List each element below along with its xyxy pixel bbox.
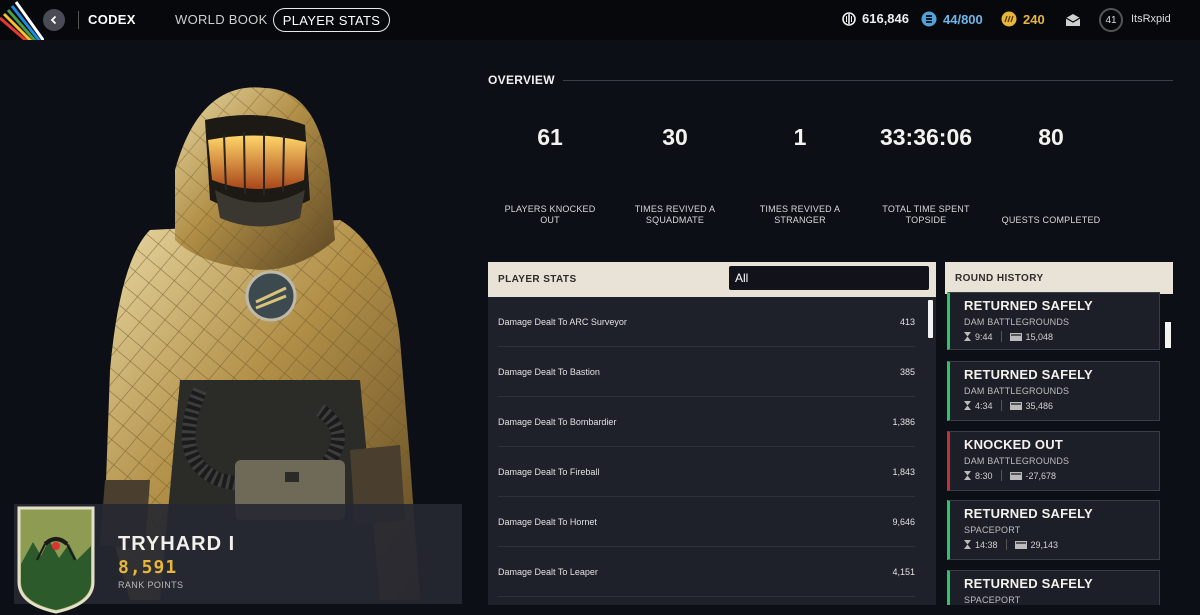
stat-name: Damage Dealt To ARC Surveyor — [498, 317, 627, 327]
round-loot-value: 15,048 — [1025, 331, 1054, 342]
rank-points-label: RANK POINTS — [118, 580, 184, 590]
stat-quests-completed: 80 — [991, 124, 1111, 151]
round-loot-value: -27,678 — [1025, 470, 1057, 481]
storage-value: 44/800 — [943, 11, 983, 27]
stat-label: TOTAL TIME SPENT TOPSIDE — [882, 204, 970, 225]
table-row: Damage Dealt To ARC Surveyor 413 — [488, 297, 915, 347]
coins-counter: 616,846 — [842, 11, 909, 26]
round-map: SPACEPORT — [964, 595, 1021, 605]
round-history-header: ROUND HISTORY — [945, 262, 1173, 294]
player-stats-panel: PLAYER STATS All Damage Dealt To ARC Sur… — [488, 262, 936, 605]
rank-points-value: 8,591 — [118, 557, 178, 578]
table-row: Damage Dealt To Hornet 9,646 — [488, 497, 915, 547]
stat-label: QUESTS COMPLETED — [1001, 215, 1101, 225]
stats-filter-dropdown[interactable]: All — [729, 266, 929, 290]
loot-icon — [1009, 333, 1022, 341]
stat-label: TIMES REVIVED A STRANGER — [759, 204, 841, 225]
back-button[interactable] — [43, 9, 65, 31]
round-duration: 4:34 — [975, 400, 993, 411]
nav-codex[interactable]: CODEX — [88, 12, 136, 27]
tokens-counter: 240 — [1001, 11, 1045, 27]
loot-icon — [1014, 541, 1027, 549]
brand-stripes-icon — [0, 1, 44, 40]
loot-icon — [1009, 402, 1022, 410]
overview-title: OVERVIEW — [488, 73, 555, 87]
stat-value: 30 — [662, 124, 688, 150]
nav-divider — [78, 11, 79, 29]
storage-counter: 44/800 — [921, 11, 983, 27]
stat-value: 385 — [899, 367, 915, 377]
round-map: DAM BATTLEGROUNDS — [964, 317, 1070, 327]
stat-times-revived-stranger: 1 — [740, 124, 860, 151]
stat-value: 1 — [793, 124, 807, 150]
stat-value: 61 — [537, 124, 563, 150]
stat-value: 80 — [1038, 124, 1064, 150]
player-stats-header: PLAYER STATS All — [488, 262, 936, 297]
stat-name: Damage Dealt To Bombardier — [498, 417, 617, 427]
round-result: RETURNED SAFELY — [964, 298, 1093, 313]
round-result: KNOCKED OUT — [964, 437, 1063, 452]
round-history-title: ROUND HISTORY — [955, 273, 1044, 284]
stat-value: 33:36:06 — [879, 124, 973, 150]
round-result: RETURNED SAFELY — [964, 506, 1093, 521]
stat-total-time-topside: 33:36:06 — [866, 124, 986, 151]
hourglass-icon — [964, 540, 971, 549]
tab-player-stats[interactable]: PLAYER STATS — [273, 8, 390, 32]
coin-icon — [842, 11, 856, 26]
loot-icon — [1009, 472, 1022, 480]
round-history-scrollbar[interactable] — [1165, 322, 1171, 348]
stat-name: Damage Dealt To Leaper — [498, 567, 598, 577]
round-history-panel: ROUND HISTORY RETURNED SAFELY DAM BATTLE… — [945, 262, 1173, 605]
coins-value: 616,846 — [862, 11, 909, 26]
round-card[interactable]: KNOCKED OUT DAM BATTLEGROUNDS 8:30 -27,6… — [947, 431, 1160, 491]
stat-name: Damage Dealt To Bastion — [498, 367, 600, 377]
stat-value: 1,386 — [892, 417, 915, 427]
round-card[interactable]: RETURNED SAFELY SPACEPORT 14:38 29,143 — [947, 500, 1160, 560]
stat-value: 1,843 — [892, 467, 915, 477]
round-map: DAM BATTLEGROUNDS — [964, 456, 1070, 466]
stat-value: 413 — [899, 317, 915, 327]
round-card[interactable]: RETURNED SAFELY DAM BATTLEGROUNDS 4:34 3… — [947, 361, 1160, 421]
stat-label: TIMES REVIVED A SQUADMATE — [634, 204, 716, 225]
table-row: Damage Dealt To Leaper 4,151 — [488, 547, 915, 597]
round-duration: 9:44 — [975, 331, 993, 342]
mail-icon[interactable] — [1065, 13, 1081, 27]
top-bar: CODEX WORLD BOOK PLAYER STATS 616,846 44… — [0, 0, 1200, 40]
hourglass-icon — [964, 332, 971, 341]
storage-icon — [921, 11, 937, 27]
round-loot-value: 29,143 — [1030, 539, 1059, 550]
stat-name: Damage Dealt To Hornet — [498, 517, 597, 527]
stat-value: 4,151 — [892, 567, 915, 577]
round-map: SPACEPORT — [964, 525, 1021, 535]
round-map: DAM BATTLEGROUNDS — [964, 386, 1070, 396]
player-stats-scrollbar[interactable] — [928, 300, 933, 338]
round-duration: 8:30 — [975, 470, 993, 481]
player-stats-title: PLAYER STATS — [498, 274, 577, 285]
rank-title: TRYHARD I — [118, 533, 236, 555]
stat-players-knocked-out: 61 — [490, 124, 610, 151]
round-duration: 14:38 — [975, 539, 998, 550]
stat-name: Damage Dealt To Fireball — [498, 467, 600, 477]
table-row: Damage Dealt To Bastion 385 — [488, 347, 915, 397]
hourglass-icon — [964, 471, 971, 480]
rank-badge-icon — [17, 506, 95, 614]
stat-label: PLAYERS KNOCKED OUT — [504, 204, 596, 225]
username[interactable]: ItsRxpid — [1131, 13, 1171, 25]
tokens-value: 240 — [1023, 11, 1045, 27]
stat-value: 9,646 — [892, 517, 915, 527]
table-row: Damage Dealt To Bombardier 1,386 — [488, 397, 915, 447]
overview-divider — [563, 80, 1173, 81]
table-row: Damage Dealt To Fireball 1,843 — [488, 447, 915, 497]
round-card[interactable]: RETURNED SAFELY DAM BATTLEGROUNDS 9:44 1… — [947, 292, 1160, 350]
player-level-badge[interactable]: 41 — [1099, 8, 1123, 32]
round-result: RETURNED SAFELY — [964, 576, 1093, 591]
hourglass-icon — [964, 401, 971, 410]
stat-times-revived-squadmate: 30 — [615, 124, 735, 151]
round-result: RETURNED SAFELY — [964, 367, 1093, 382]
tab-world-book[interactable]: WORLD BOOK — [175, 12, 268, 27]
round-loot-value: 35,486 — [1025, 400, 1054, 411]
chevron-left-icon — [50, 15, 57, 25]
round-card[interactable]: RETURNED SAFELY SPACEPORT — [947, 570, 1160, 605]
token-icon — [1001, 11, 1017, 27]
